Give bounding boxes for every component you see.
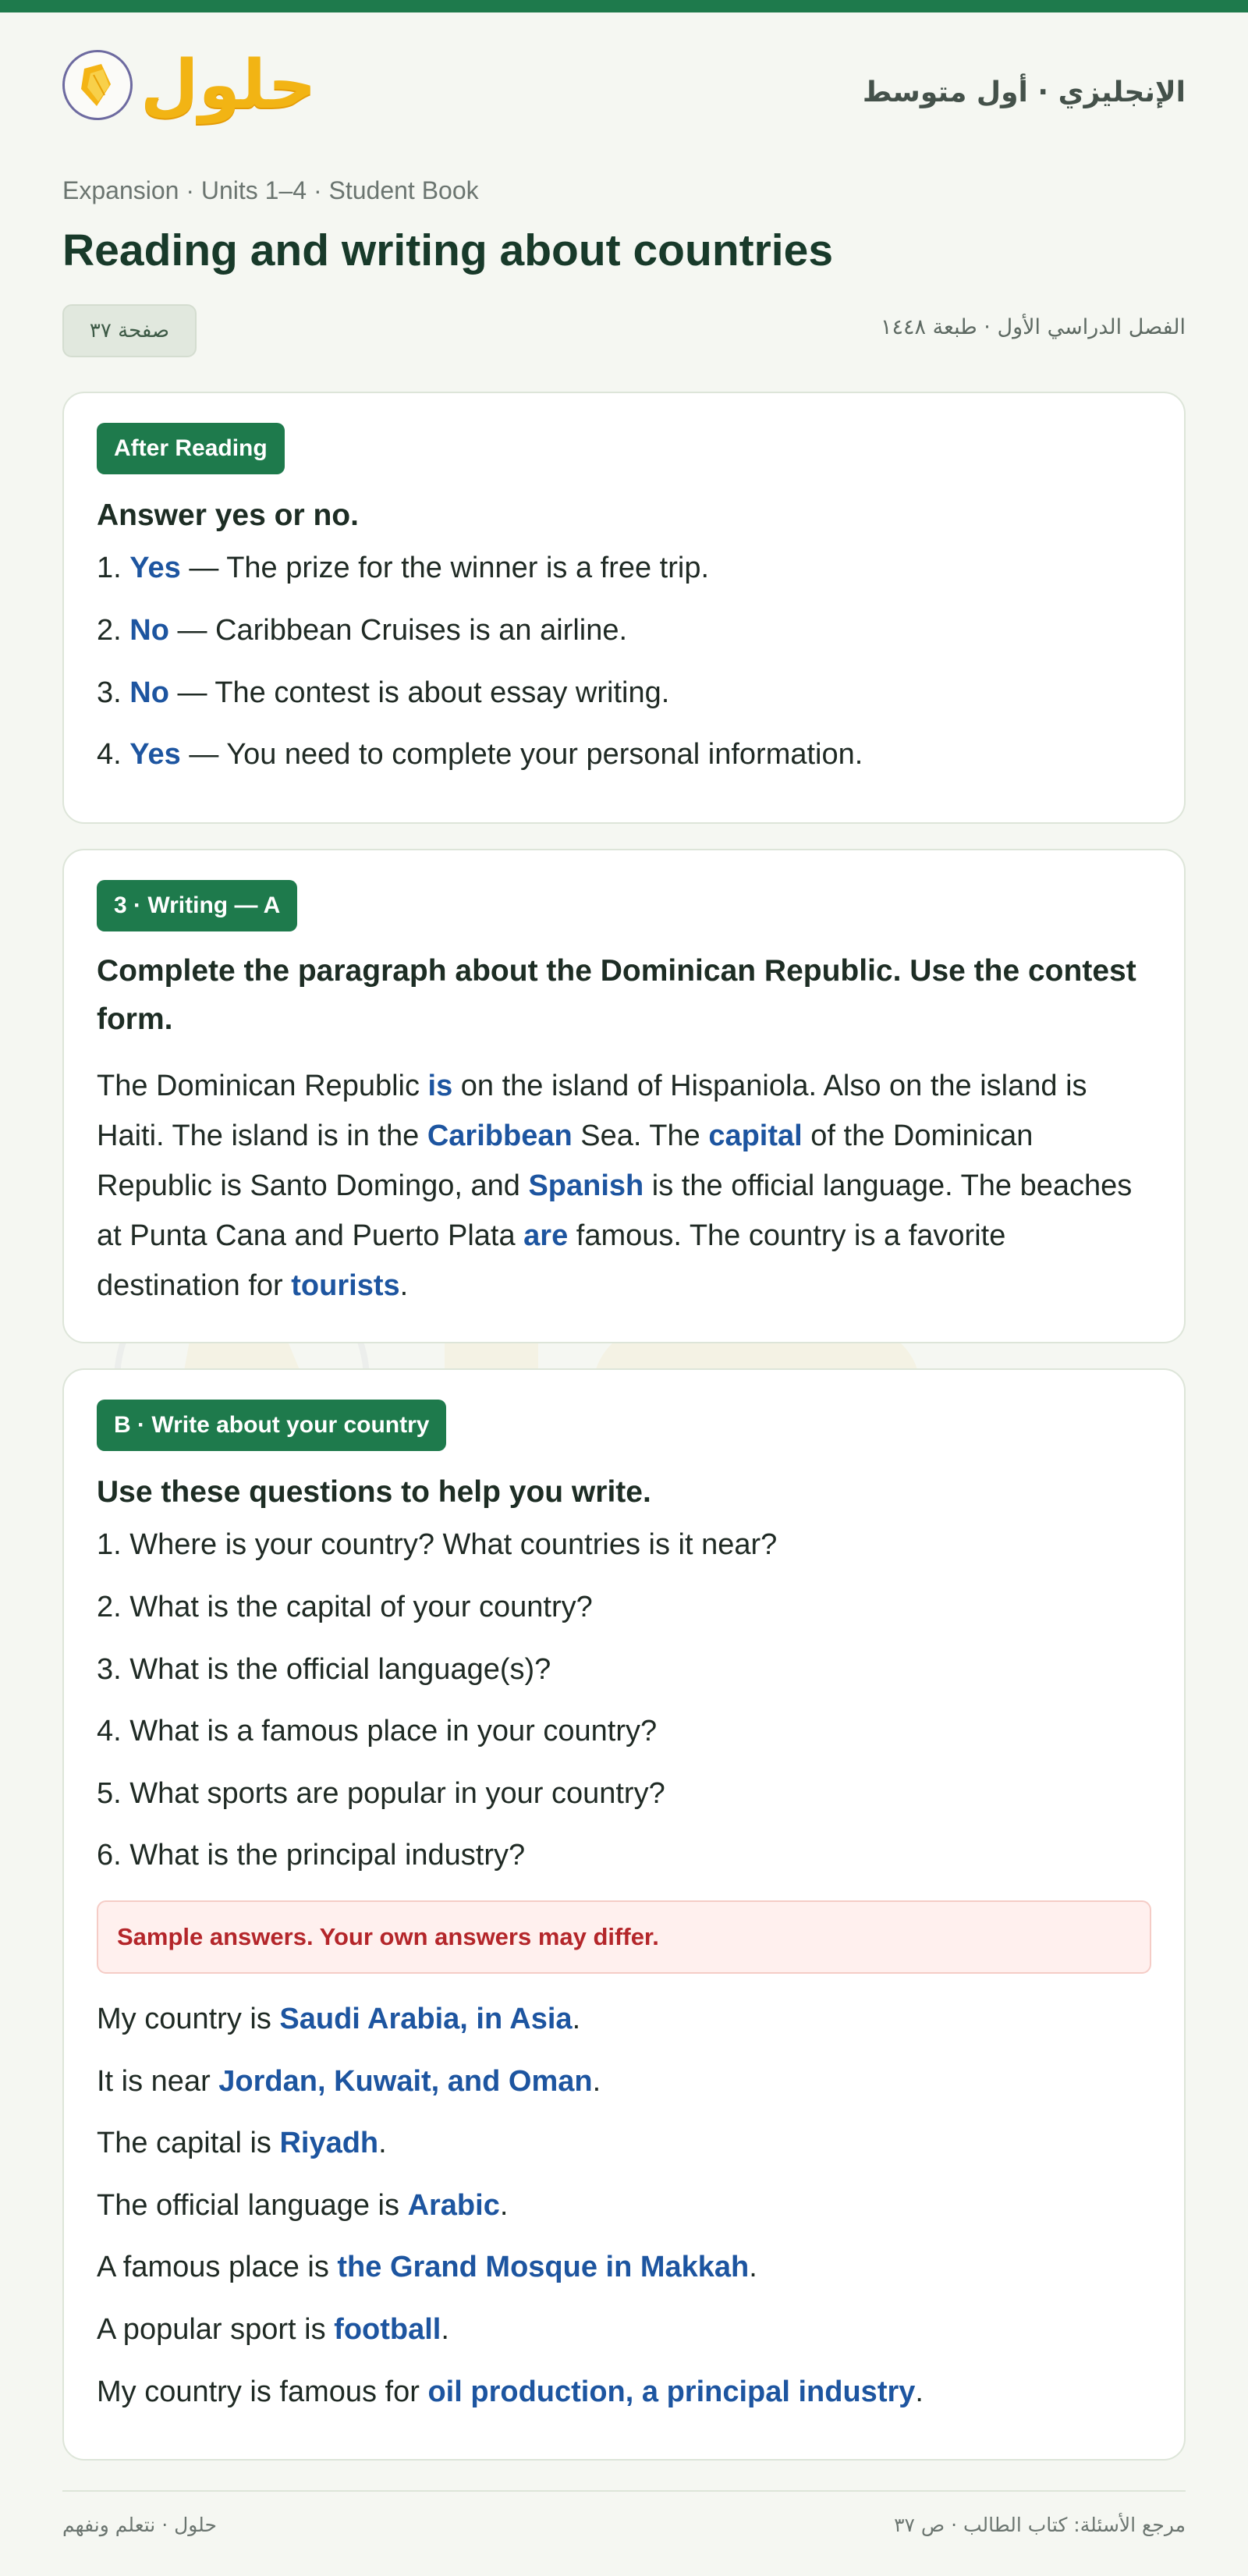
filled-blank: Caribbean (427, 1119, 573, 1152)
answer-value: football (334, 2312, 441, 2346)
question-item: 5. What sports are popular in your count… (97, 1776, 665, 1810)
question-item: 1. Where is your country? What countries… (97, 1528, 778, 1562)
answer-word: No (129, 613, 169, 647)
page-number-badge: صفحة ٣٧ (62, 304, 197, 357)
list-item: 2. No — Caribbean Cruises is an airline. (97, 613, 1151, 649)
writing-a-heading: Complete the paragraph about the Dominic… (97, 954, 1136, 1036)
answer-prefix: The official language is (97, 2188, 408, 2222)
writing-b-pill: B · Write about your country (97, 1400, 447, 1451)
answer-prefix: A famous place is (97, 2251, 338, 2284)
answer-value: Saudi Arabia, in Asia (279, 2002, 573, 2035)
answer-word: Yes (129, 738, 181, 772)
answer-suffix: . (499, 2188, 509, 2222)
answer-word: No (129, 676, 169, 709)
item-text: — The prize for the winner is a free tri… (180, 552, 710, 585)
top-accent-bar (0, 0, 1248, 12)
subject-label: الإنجليزي · أول متوسط (862, 76, 1186, 108)
sample-answer-row: A famous place is the Grand Mosque in Ma… (97, 2250, 1151, 2286)
filled-blank: is (427, 1070, 453, 1102)
breadcrumb: Expansion · Units 1–4 · Student Book (62, 176, 479, 204)
writing-a-card: 3 · Writing — A Complete the paragraph a… (62, 849, 1186, 1343)
answer-suffix: . (572, 2002, 581, 2035)
item-number: 1. (97, 552, 130, 585)
answer-prefix: A popular sport is (97, 2312, 335, 2346)
footer-brand: حلول · نتعلم ونفهم (62, 2514, 217, 2536)
sample-answer-row: My country is famous for oil production,… (97, 2375, 1151, 2411)
page-title: Reading and writing about countries (62, 225, 834, 275)
question-item: 4. What is a famous place in your countr… (97, 1715, 658, 1748)
answer-value: Arabic (407, 2188, 500, 2222)
list-item: 1. Yes — The prize for the winner is a f… (97, 551, 1151, 587)
book-emblem-icon (62, 50, 133, 120)
answer-suffix: . (592, 2064, 601, 2098)
filled-blank: capital (708, 1119, 803, 1152)
edition-label: الفصل الدراسي الأول · طبعة ١٤٤٨ (880, 315, 1186, 339)
filled-blank: are (523, 1219, 569, 1252)
logo-wordmark: حلول (140, 46, 317, 124)
question-item: 6. What is the principal industry? (97, 1839, 526, 1872)
footer-reference: مرجع الأسئلة: كتاب الطالب · ص ٣٧ (894, 2514, 1186, 2536)
filled-blank: tourists (291, 1269, 400, 1302)
writing-b-heading: Use these questions to help you write. (97, 1475, 651, 1509)
item-number: 3. (97, 676, 130, 709)
answer-prefix: My country is famous for (97, 2375, 428, 2408)
sample-answer-row: It is near Jordan, Kuwait, and Oman. (97, 2064, 1151, 2100)
answer-suffix: . (378, 2127, 387, 2160)
item-number: 2. (97, 613, 130, 647)
answer-prefix: My country is (97, 2002, 280, 2035)
question-list: 1. Where is your country? What countries… (97, 1528, 1151, 1874)
answer-suffix: . (915, 2375, 924, 2408)
sample-answer-row: A popular sport is football. (97, 2312, 1151, 2348)
dominican-paragraph: The Dominican Republic is on the island … (97, 1061, 1151, 1311)
sample-answers-note: Sample answers. Your own answers may dif… (97, 1900, 1151, 1974)
yes-no-list: 1. Yes — The prize for the winner is a f… (97, 551, 1151, 772)
item-text: — The contest is about essay writing. (168, 676, 670, 709)
item-text: — Caribbean Cruises is an airline. (168, 613, 628, 647)
sample-answer-row: The capital is Riyadh. (97, 2126, 1151, 2162)
question-item: 3. What is the official language(s)? (97, 1652, 551, 1686)
question-item: 2. What is the capital of your country? (97, 1590, 593, 1623)
page-header: حلول الإنجليزي · أول متوسط (62, 50, 1186, 147)
paragraph-text: . (399, 1269, 409, 1302)
sample-answer-list: My country is Saudi Arabia, in Asia. It i… (97, 2002, 1151, 2410)
sample-answer-row: The official language is Arabic. (97, 2188, 1151, 2224)
answer-value: the Grand Mosque in Makkah (337, 2251, 750, 2284)
item-number: 4. (97, 738, 130, 772)
list-item: 3. No — The contest is about essay writi… (97, 676, 1151, 711)
sample-answer-row: My country is Saudi Arabia, in Asia. (97, 2002, 1151, 2038)
answer-prefix: The capital is (97, 2127, 280, 2160)
writing-a-pill: 3 · Writing — A (97, 880, 298, 931)
list-item: 4. Yes — You need to complete your perso… (97, 737, 1151, 773)
answer-value: Riyadh (279, 2127, 379, 2160)
footer-divider (62, 2490, 1186, 2492)
brand-logo[interactable]: حلول (62, 50, 317, 120)
filled-blank: Spanish (528, 1169, 644, 1202)
answer-value: oil production, a principal industry (427, 2375, 916, 2408)
answer-value: Jordan, Kuwait, and Oman (218, 2064, 593, 2098)
paragraph-text: Sea. The (572, 1119, 709, 1152)
after-reading-pill: After Reading (97, 423, 285, 474)
item-text: — You need to complete your personal inf… (180, 738, 863, 772)
writing-b-card: B · Write about your country Use these q… (62, 1368, 1186, 2461)
answer-word: Yes (129, 552, 181, 585)
answer-prefix: It is near (97, 2064, 219, 2098)
after-reading-card: After Reading Answer yes or no. 1. Yes —… (62, 392, 1186, 824)
paragraph-text: The Dominican Republic (97, 1070, 428, 1102)
answer-suffix: . (441, 2312, 449, 2346)
answer-suffix: . (749, 2251, 757, 2284)
after-reading-heading: Answer yes or no. (97, 499, 359, 532)
